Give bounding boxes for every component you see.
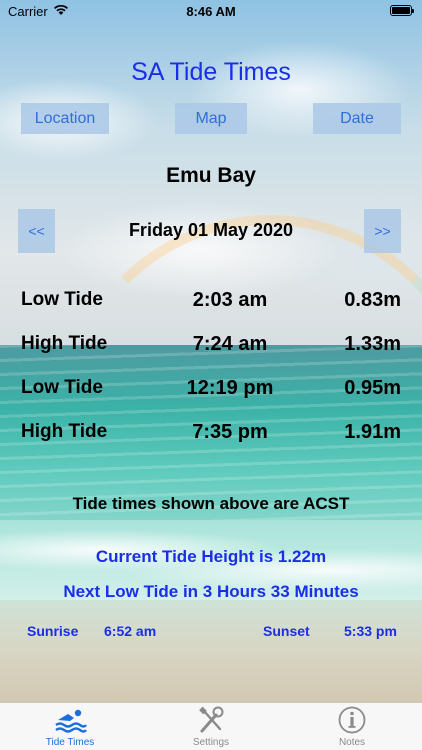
location-name: Emu Bay xyxy=(166,164,256,187)
tide-time: 7:24 am xyxy=(192,333,268,355)
date-button[interactable]: Date xyxy=(313,103,401,134)
tide-type: High Tide xyxy=(21,421,108,442)
selected-date: Friday 01 May 2020 xyxy=(128,220,294,240)
tools-icon xyxy=(199,706,224,733)
tide-time: 12:19 pm xyxy=(186,377,274,399)
tide-height: 0.95m xyxy=(344,377,401,399)
tab-settings[interactable]: Settings xyxy=(141,703,281,750)
next-low-tide: Next Low Tide in 3 Hours 33 Minutes xyxy=(63,582,359,601)
next-day-button[interactable]: >> xyxy=(364,209,401,253)
sunset-time: 5:33 pm xyxy=(344,623,397,639)
info-icon xyxy=(338,706,366,734)
status-bar: Carrier 8:46 AM xyxy=(0,0,422,22)
current-tide-height: Current Tide Height is 1.22m xyxy=(95,547,327,566)
sunrise-label: Sunrise xyxy=(27,623,79,639)
tide-height: 0.83m xyxy=(344,289,401,311)
tide-row: High Tide 7:35 pm 1.91m xyxy=(0,421,422,447)
location-button[interactable]: Location xyxy=(21,103,109,134)
tab-label: Settings xyxy=(192,737,230,748)
tide-type: High Tide xyxy=(21,333,108,354)
tide-row: High Tide 7:24 am 1.33m xyxy=(0,333,422,359)
sunrise-time: 6:52 am xyxy=(104,623,157,639)
battery-icon xyxy=(390,5,414,16)
tab-label: Tide Times xyxy=(45,737,95,748)
tide-type: Low Tide xyxy=(21,377,103,398)
map-button[interactable]: Map xyxy=(175,103,247,134)
tide-height: 1.33m xyxy=(344,333,401,355)
tide-type: Low Tide xyxy=(21,289,103,310)
tab-tide-times[interactable]: Tide Times xyxy=(0,703,140,750)
tide-time: 7:35 pm xyxy=(192,421,268,443)
swimmer-icon xyxy=(55,709,87,733)
app-title: SA Tide Times xyxy=(131,58,291,86)
tide-height: 1.91m xyxy=(344,421,401,443)
status-time: 8:46 AM xyxy=(186,4,236,19)
tide-row: Low Tide 2:03 am 0.83m xyxy=(0,289,422,315)
tide-row: Low Tide 12:19 pm 0.95m xyxy=(0,377,422,403)
timezone-note: Tide times shown above are ACST xyxy=(72,494,350,513)
tab-label: Notes xyxy=(338,737,366,748)
tab-notes[interactable]: Notes xyxy=(282,703,422,750)
sunset-label: Sunset xyxy=(263,623,310,639)
tab-bar: Tide Times Settings Notes xyxy=(0,702,422,750)
tide-time: 2:03 am xyxy=(192,289,268,311)
sand-background xyxy=(0,600,422,702)
